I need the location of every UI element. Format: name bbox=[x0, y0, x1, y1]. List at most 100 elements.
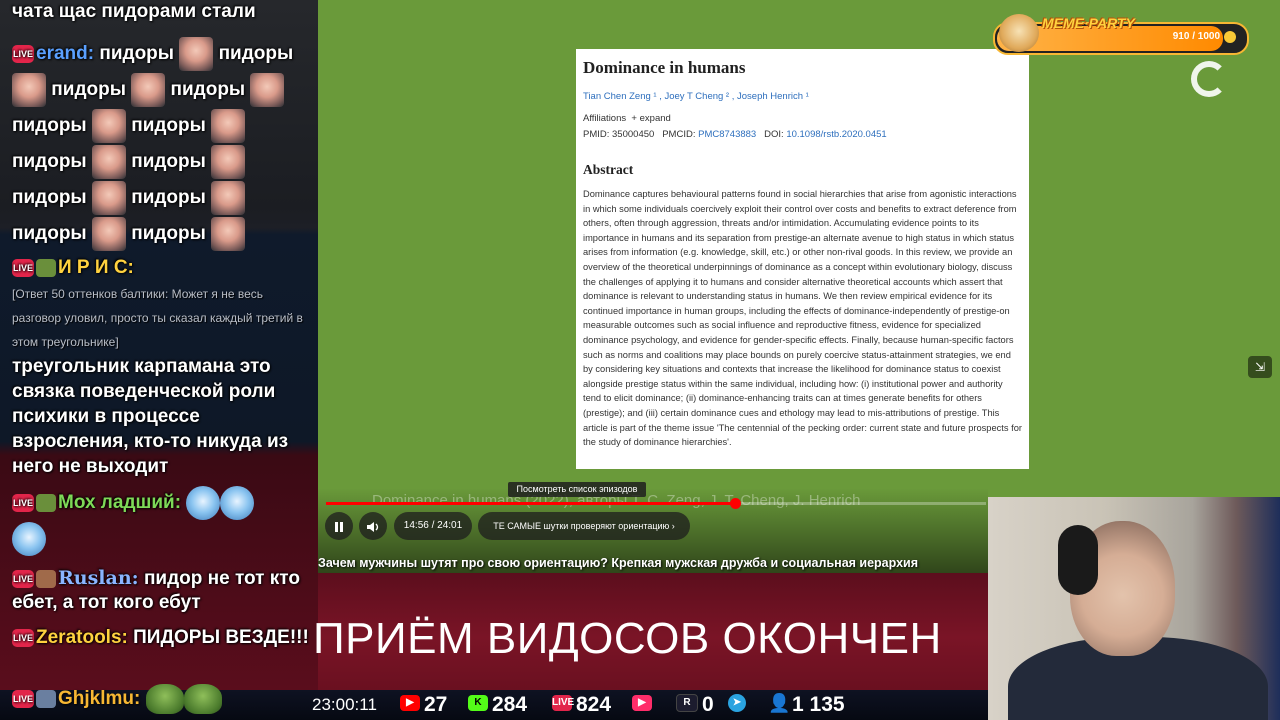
meme-party-count: 910 / 1000 bbox=[1172, 31, 1220, 42]
chat-reply-quote: [Ответ 50 оттенков балтики: Может я не в… bbox=[12, 287, 303, 349]
paper-affiliations: Affiliations + expand bbox=[583, 113, 671, 124]
viewers-stat: 👤1 135 bbox=[768, 690, 845, 720]
crying-face-emote-icon bbox=[91, 144, 126, 179]
youtube-count: 27 bbox=[424, 693, 448, 716]
chat-message-line: пидоры пидоры bbox=[12, 108, 312, 144]
chat-username[interactable]: Мох ладший: bbox=[58, 492, 181, 513]
user-badge-icon bbox=[36, 494, 56, 512]
stream-clock: 23:00:11 bbox=[312, 695, 377, 714]
vk-video-stat: ▶ bbox=[632, 690, 656, 720]
chat-message-line: пидоры пидоры bbox=[12, 216, 312, 252]
chat-username[interactable]: Zeratools: bbox=[36, 627, 128, 648]
chat-word: пидоры bbox=[170, 79, 246, 100]
paper-title: Dominance in humans bbox=[583, 58, 746, 77]
chat-message: LIVE Ghjklmu: bbox=[12, 684, 222, 714]
expand-link[interactable]: expand bbox=[640, 113, 671, 124]
chat-message-line bbox=[12, 522, 312, 556]
chat-word: пидоры bbox=[131, 187, 206, 208]
abstract-text: Dominance captures behavioural patterns … bbox=[583, 189, 1022, 448]
plus-icon: + bbox=[631, 113, 637, 124]
time-display: 14:56 / 24:01 bbox=[394, 512, 472, 540]
pause-button[interactable] bbox=[325, 512, 353, 540]
youtube-icon: ▶ bbox=[400, 695, 420, 712]
progress-bar[interactable] bbox=[326, 498, 986, 509]
person-icon: 👤 bbox=[768, 693, 791, 714]
crying-face-emote-icon bbox=[211, 144, 246, 179]
volume-button[interactable] bbox=[359, 512, 387, 540]
crying-face-emote-icon bbox=[91, 216, 126, 251]
chat-message: LIVE Ruslan: пидор не тот кто ебет, а тот… bbox=[12, 566, 312, 615]
live-badge-icon: LIVE bbox=[12, 44, 34, 63]
rutube-stat: R0 bbox=[676, 690, 714, 720]
headset-icon bbox=[1058, 525, 1098, 595]
live-badge-icon: LIVE bbox=[12, 569, 34, 588]
kick-icon: K bbox=[468, 695, 488, 712]
banner-text: ПРИЁМ ВИДОСОВ ОКОНЧЕН bbox=[313, 614, 942, 663]
meme-party-title: MEME·PARTY bbox=[1042, 15, 1135, 31]
crying-face-emote-icon bbox=[12, 72, 46, 107]
picture-in-picture-icon[interactable]: ⇲ bbox=[1248, 356, 1272, 378]
live-badge-icon: LIVE bbox=[12, 494, 34, 512]
chapters-tooltip: Посмотреть список эпизодов bbox=[508, 482, 646, 497]
live-badge-icon: LIVE bbox=[12, 690, 34, 708]
chat-panel: чата щас пидорами стали LIVE erand: пидор… bbox=[0, 0, 318, 690]
chat-message-text: ПИДОРЫ ВЕЗДЕ!!! bbox=[133, 627, 309, 648]
crying-face-emote-icon bbox=[211, 180, 246, 215]
crying-face-emote-icon bbox=[211, 108, 246, 143]
pepe-emote-icon bbox=[183, 684, 222, 714]
kick-stat: K 284 bbox=[468, 690, 527, 720]
progress-fill bbox=[326, 502, 736, 505]
telegram-icon: ➤ bbox=[728, 694, 746, 713]
chat-word: пидоры bbox=[131, 115, 206, 136]
user-badge-icon bbox=[36, 569, 56, 588]
chat-word: пидоры bbox=[131, 151, 206, 172]
paper-authors[interactable]: Tian Chen Zeng ¹ , Joey T Cheng ² , Jose… bbox=[583, 91, 809, 102]
chat-message-line: пидоры пидоры bbox=[12, 144, 312, 180]
kick-count: 284 bbox=[492, 693, 528, 716]
user-badge-icon bbox=[36, 690, 56, 708]
chat-message: LIVE erand: пидоры пидоры bbox=[12, 36, 312, 72]
user-badge-icon bbox=[36, 258, 56, 277]
chat-word: пидоры bbox=[12, 223, 87, 244]
loading-ring-icon bbox=[1191, 61, 1227, 97]
chat-username[interactable]: Ghjklmu: bbox=[58, 688, 140, 709]
chat-message: чата щас пидорами стали bbox=[12, 0, 312, 24]
chat-username[interactable]: Ruslan: bbox=[58, 567, 139, 589]
pepe-emote-icon bbox=[145, 684, 184, 714]
telegram-stat: ➤ bbox=[728, 690, 750, 720]
vk-video-icon: ▶ bbox=[632, 695, 652, 712]
chat-word: пидоры bbox=[131, 223, 206, 244]
abstract-heading: Abstract bbox=[583, 162, 634, 177]
chat-word: пидоры bbox=[51, 79, 126, 100]
pause-icon bbox=[335, 521, 343, 532]
chat-word: пидоры bbox=[218, 43, 294, 64]
chat-username[interactable]: erand: bbox=[36, 43, 94, 64]
grinning-emote-icon bbox=[186, 486, 221, 520]
youtube-stat: ▶ 27 bbox=[400, 690, 447, 720]
live-badge-icon: LIVE bbox=[12, 628, 34, 647]
paper-screenshot: Dominance in humans Tian Chen Zeng ¹ , J… bbox=[576, 49, 1029, 469]
viewers-count: 1 135 bbox=[792, 693, 845, 716]
chat-username[interactable]: И Р И С: bbox=[58, 257, 134, 278]
vk-live-count: 824 bbox=[576, 693, 612, 716]
paper-identifiers: PMID: 35000450 PMCID: PMC8743883 DOI: 10… bbox=[583, 129, 887, 140]
doi-link[interactable]: 10.1098/rstb.2020.0451 bbox=[786, 129, 886, 140]
chat-message-text: треугольник карпамана это связка поведен… bbox=[12, 356, 289, 477]
video-title: Зачем мужчины шутят про свою ориентацию?… bbox=[318, 556, 919, 570]
chapter-button[interactable]: ТЕ САМЫЕ шутки проверяют ориентацию › bbox=[478, 512, 690, 540]
chat-message: LIVE Мох ладший: bbox=[12, 486, 312, 520]
rutube-count: 0 bbox=[702, 693, 714, 716]
volume-icon bbox=[367, 521, 379, 532]
affiliations-label: Affiliations bbox=[583, 113, 627, 124]
crying-face-emote-icon bbox=[91, 180, 126, 215]
pmcid-label: PMCID: bbox=[662, 129, 696, 140]
pmid: PMID: 35000450 bbox=[583, 129, 655, 140]
grinning-emote-icon bbox=[12, 522, 46, 556]
crying-face-emote-icon bbox=[91, 108, 126, 143]
crying-face-emote-icon bbox=[211, 216, 246, 251]
pmcid-link[interactable]: PMC8743883 bbox=[698, 129, 756, 140]
chat-message: LIVE И Р И С: bbox=[12, 256, 312, 280]
chat-message-line: пидоры пидоры bbox=[12, 72, 312, 108]
chat-word: пидоры bbox=[12, 187, 87, 208]
grinning-emote-icon bbox=[220, 486, 255, 520]
